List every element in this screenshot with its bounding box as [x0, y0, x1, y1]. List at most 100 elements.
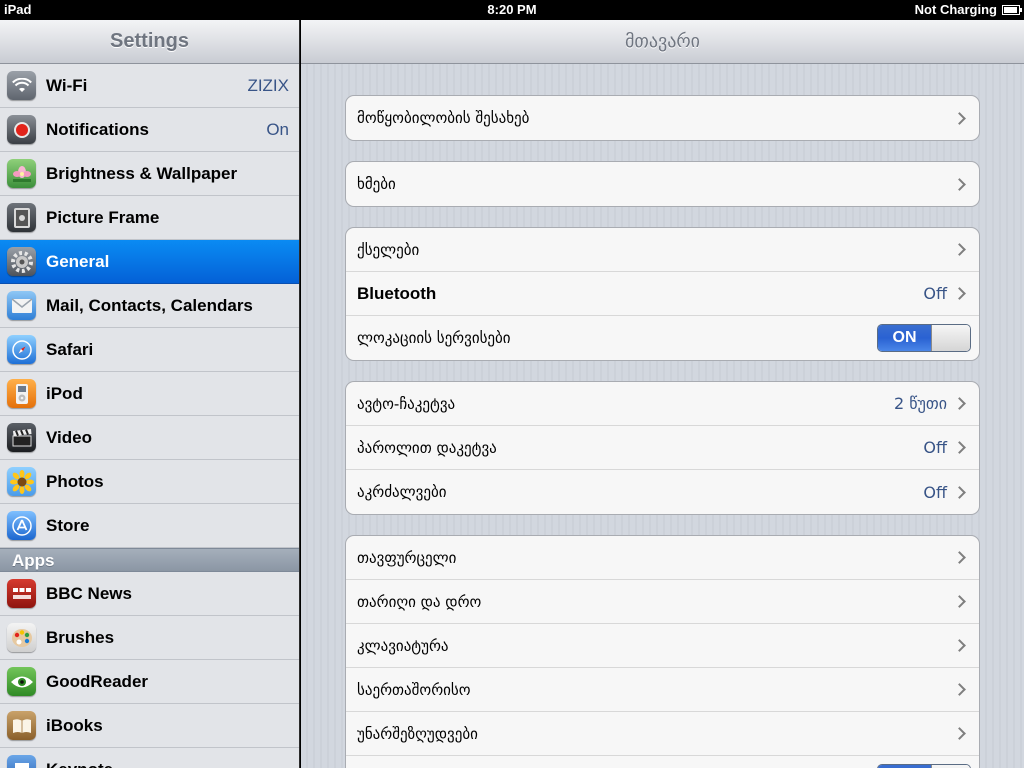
- eye-icon: [7, 667, 36, 696]
- row-international[interactable]: საერთაშორისო: [346, 668, 979, 712]
- battery-icon: [1002, 5, 1022, 15]
- bbc-news-icon: [7, 579, 36, 608]
- sidebar-item-picture-frame[interactable]: Picture Frame: [0, 196, 299, 240]
- sidebar-item-label: Wi-Fi: [46, 75, 88, 95]
- sidebar-item-label: Notifications: [46, 119, 149, 139]
- sidebar-item-label: Picture Frame: [46, 207, 160, 227]
- row-passcode-lock[interactable]: პაროლით დაკეტვა Off: [346, 426, 979, 470]
- sidebar-item-label: Brushes: [46, 627, 115, 647]
- row-location-services: ლოკაციის სერვისები ON: [346, 316, 979, 360]
- row-value: Off: [923, 284, 947, 303]
- toggle-knob: [931, 325, 970, 351]
- page-title: მთავარი: [625, 31, 700, 52]
- sidebar-item-goodreader[interactable]: GoodReader: [0, 660, 299, 704]
- sidebar-item-notifications[interactable]: Notifications On: [0, 108, 299, 152]
- book-icon: [7, 711, 36, 740]
- sidebar-item-label: Photos: [46, 471, 104, 491]
- sidebar-item-label: iBooks: [46, 715, 103, 735]
- clock: 8:20 PM: [487, 2, 537, 17]
- chevron-right-icon: [953, 485, 966, 499]
- brightness-wallpaper-icon: [7, 159, 36, 188]
- sidebar-item-photos[interactable]: Photos: [0, 460, 299, 504]
- keynote-icon: [7, 755, 36, 768]
- row-label: პაროლით დაკეტვა: [357, 438, 497, 457]
- chevron-right-icon: [953, 111, 966, 125]
- sidebar-item-bbc-news[interactable]: BBC News: [0, 572, 299, 616]
- sunflower-icon: [7, 467, 36, 496]
- row-label: ხმები: [357, 175, 396, 193]
- row-auto-lock[interactable]: ავტო-ჩაკეტვა 2 წუთი: [346, 382, 979, 426]
- chevron-right-icon: [953, 639, 966, 652]
- chevron-right-icon: [953, 177, 966, 191]
- settings-group-connectivity: ქსელები Bluetooth Off ლოკაციის სერვისები…: [345, 227, 980, 361]
- compass-icon: [7, 335, 36, 364]
- row-label: აკრძალვები: [357, 483, 447, 501]
- sidebar-item-wifi[interactable]: Wi-Fi ZIZIX: [0, 64, 299, 108]
- settings-group-about: მოწყობილობის შესახებ: [345, 95, 980, 141]
- settings-group-security: ავტო-ჩაკეტვა 2 წუთი პაროლით დაკეტვა Off …: [345, 381, 980, 515]
- row-value: Off: [923, 438, 947, 457]
- sidebar-item-brushes[interactable]: Brushes: [0, 616, 299, 660]
- chevron-right-icon: [953, 727, 966, 740]
- row-accessibility[interactable]: უნარშეზღუდვები: [346, 712, 979, 756]
- row-label: კლავიატურა: [357, 636, 449, 655]
- row-keyboard[interactable]: კლავიატურა: [346, 624, 979, 668]
- sidebar-item-label: Video: [46, 427, 92, 447]
- row-about[interactable]: მოწყობილობის შესახებ: [346, 96, 979, 140]
- chevron-right-icon: [953, 287, 966, 300]
- sidebar-item-ibooks[interactable]: iBooks: [0, 704, 299, 748]
- row-home[interactable]: თავფურცელი: [346, 536, 979, 580]
- row-networks[interactable]: ქსელები: [346, 228, 979, 272]
- row-sounds[interactable]: ხმები: [346, 162, 979, 206]
- sidebar-item-label: BBC News: [46, 583, 132, 603]
- sidebar-item-store[interactable]: Store: [0, 504, 299, 548]
- settings-group-system: თავფურცელი თარიღი და დრო კლავიატურა საერ…: [345, 535, 980, 768]
- settings-group-sounds: ხმები: [345, 161, 980, 207]
- clapper-icon: [7, 423, 36, 452]
- chevron-right-icon: [953, 551, 966, 564]
- battery-status: Not Charging: [914, 2, 1022, 17]
- sidebar-item-label: Safari: [46, 339, 94, 359]
- sidebar-item-video[interactable]: Video: [0, 416, 299, 460]
- chevron-right-icon: [953, 683, 966, 696]
- location-services-toggle[interactable]: ON: [877, 324, 971, 352]
- row-label: უნარშეზღუდვები: [357, 724, 478, 743]
- sidebar-item-ipod[interactable]: iPod: [0, 372, 299, 416]
- sidebar-item-safari[interactable]: Safari: [0, 328, 299, 372]
- ipod-icon: [7, 379, 36, 408]
- row-bluetooth[interactable]: Bluetooth Off: [346, 272, 979, 316]
- row-label: მოწყობილობის შესახებ: [357, 109, 530, 127]
- row-label: საერთაშორისო: [357, 680, 471, 699]
- row-label: ლოკაციის სერვისები: [357, 329, 511, 347]
- sidebar-navbar: Settings: [0, 20, 299, 64]
- apps-section-header: Apps: [0, 548, 299, 572]
- detail-navbar: მთავარი: [301, 20, 1024, 64]
- row-toggle[interactable]: ON: [877, 764, 971, 768]
- row-value: 2 წუთი: [894, 394, 947, 413]
- sidebar-item-label: GoodReader: [46, 671, 149, 691]
- settings-sidebar: Settings Wi-Fi ZIZIX Notifications On Br…: [0, 20, 300, 768]
- row-restrictions[interactable]: აკრძალვები Off: [346, 470, 979, 514]
- sidebar-item-label: General: [46, 251, 110, 271]
- mail-icon: [7, 291, 36, 320]
- sidebar-item-label: Brightness & Wallpaper: [46, 163, 238, 183]
- sidebar-item-mail-contacts-calendars[interactable]: Mail, Contacts, Calendars: [0, 284, 299, 328]
- sidebar-item-keynote[interactable]: Keynote: [0, 748, 299, 768]
- sidebar-item-general[interactable]: General: [0, 240, 299, 284]
- chevron-right-icon: [953, 397, 966, 410]
- row-label: თავფურცელი: [357, 548, 457, 567]
- sidebar-item-value: ZIZIX: [247, 75, 289, 95]
- palette-icon: [7, 623, 36, 652]
- app-store-icon: [7, 511, 36, 540]
- row-date-time[interactable]: თარიღი და დრო: [346, 580, 979, 624]
- sidebar-item-label: Keynote: [46, 760, 299, 768]
- battery-text: Not Charging: [914, 2, 997, 17]
- sidebar-item-label: iPod: [46, 383, 83, 403]
- notifications-icon: [7, 115, 36, 144]
- chevron-right-icon: [953, 243, 966, 256]
- gear-icon: [7, 247, 36, 276]
- sidebar-title: Settings: [110, 30, 189, 52]
- sidebar-item-brightness-wallpaper[interactable]: Brightness & Wallpaper: [0, 152, 299, 196]
- row-label: Bluetooth: [357, 283, 437, 303]
- row-partially-visible: ON: [346, 756, 979, 768]
